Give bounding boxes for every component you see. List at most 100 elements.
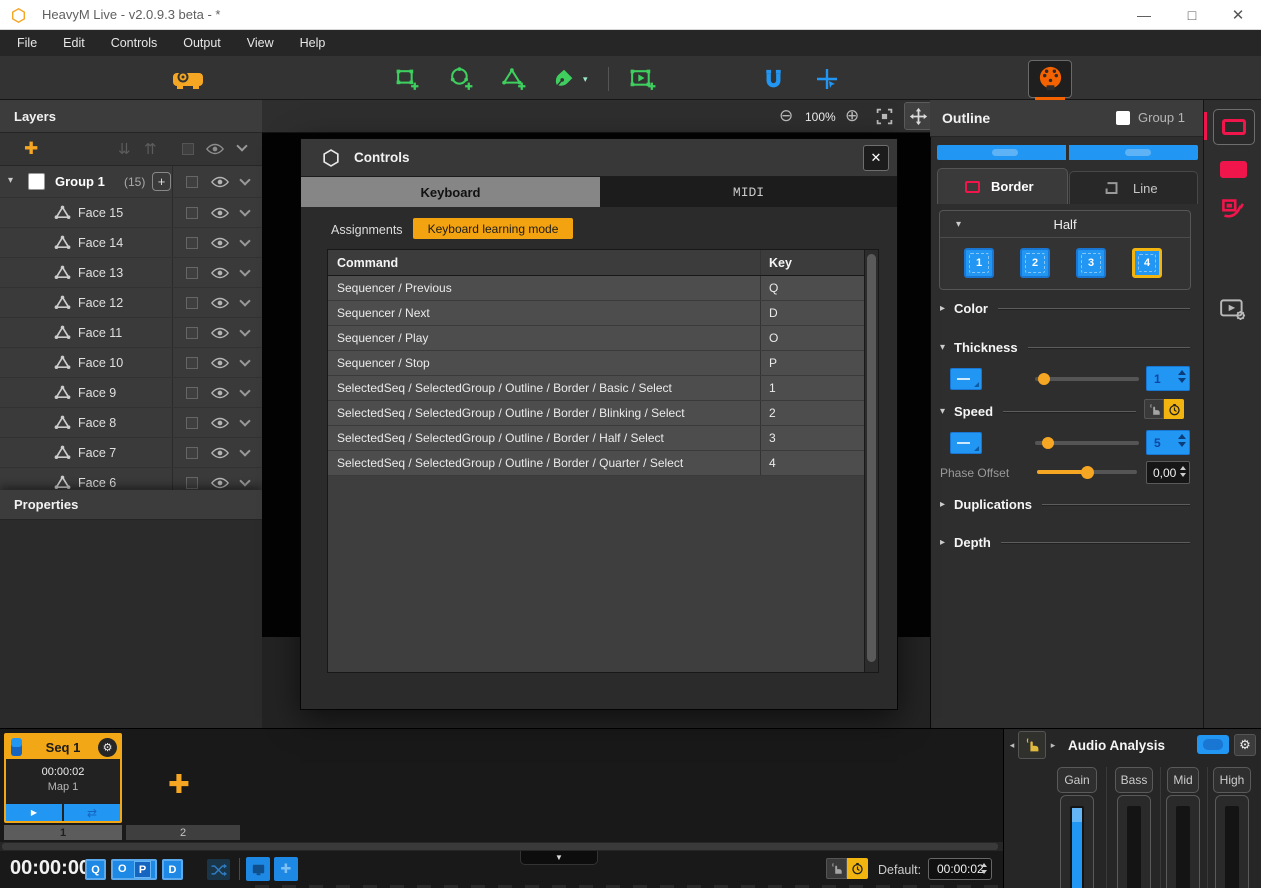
- scrollbar-thumb[interactable]: [867, 254, 876, 662]
- add-layer-button[interactable]: ✚: [24, 139, 38, 159]
- menu-help[interactable]: Help: [287, 30, 339, 56]
- face-expand-chevron-icon[interactable]: [240, 295, 251, 306]
- player-settings-button[interactable]: [1219, 296, 1247, 325]
- tab-line[interactable]: Line: [1069, 171, 1198, 204]
- timeline-segment-handle[interactable]: [1125, 149, 1151, 156]
- add-rectangle-tool[interactable]: [392, 64, 422, 94]
- face-expand-chevron-icon[interactable]: [240, 265, 251, 276]
- group-visibility-icon[interactable]: [211, 176, 229, 188]
- menu-edit[interactable]: Edit: [50, 30, 98, 56]
- face-visibility-icon[interactable]: [211, 297, 229, 309]
- pen-tool-dropdown-icon[interactable]: ▾: [583, 74, 588, 85]
- menu-file[interactable]: File: [4, 30, 50, 56]
- fit-to-screen-button[interactable]: [875, 107, 894, 126]
- thickness-slider[interactable]: [1035, 377, 1139, 381]
- add-circle-tool[interactable]: [446, 64, 476, 94]
- sequence-settings-button[interactable]: ⚙: [98, 738, 117, 757]
- hotkey-button-q[interactable]: Q: [85, 859, 106, 880]
- dialog-close-button[interactable]: ✕: [863, 145, 889, 171]
- track-tab-1[interactable]: 1: [4, 825, 122, 840]
- layer-face-row[interactable]: Face 12: [0, 288, 262, 318]
- maximize-button[interactable]: □: [1170, 0, 1214, 30]
- section-duplications[interactable]: ▸ Duplications: [940, 497, 1190, 512]
- outline-effect-button[interactable]: [1213, 109, 1255, 145]
- group-collapse-icon[interactable]: ▾: [8, 175, 13, 186]
- face-solo-checkbox[interactable]: [186, 207, 198, 219]
- face-visibility-icon[interactable]: [211, 357, 229, 369]
- layer-face-row[interactable]: Face 8: [0, 408, 262, 438]
- default-clock-button[interactable]: [847, 858, 868, 879]
- section-thickness[interactable]: ▾ Thickness: [940, 340, 1190, 355]
- section-depth[interactable]: ▸ Depth: [940, 535, 1190, 550]
- preset-button-4-selected[interactable]: 4: [1132, 248, 1162, 278]
- display-output-button[interactable]: [246, 857, 270, 881]
- face-solo-checkbox[interactable]: [186, 297, 198, 309]
- add-sequence-button[interactable]: ✚: [168, 769, 190, 800]
- preset-button-3[interactable]: 3: [1076, 248, 1106, 278]
- fill-effect-button[interactable]: [1220, 161, 1247, 178]
- face-visibility-icon[interactable]: [211, 477, 229, 489]
- group-expand-chevron-icon[interactable]: [240, 174, 251, 185]
- tab-midi[interactable]: MIDI: [600, 177, 897, 207]
- menu-controls[interactable]: Controls: [98, 30, 171, 56]
- pen-tool[interactable]: [550, 64, 580, 94]
- preset-button-2[interactable]: 2: [1020, 248, 1050, 278]
- add-triangle-tool[interactable]: [499, 64, 529, 94]
- audio-prev-arrow-button[interactable]: ◂: [1006, 731, 1018, 759]
- speed-tap-button[interactable]: [1144, 399, 1164, 419]
- table-row[interactable]: SelectedSeq / SelectedGroup / Outline / …: [328, 426, 878, 451]
- move-layer-down-icon[interactable]: ⇊: [118, 140, 131, 158]
- table-row[interactable]: Sequencer / PreviousQ: [328, 276, 878, 301]
- table-row[interactable]: Sequencer / PlayO: [328, 326, 878, 351]
- speed-spinner[interactable]: [1178, 434, 1186, 447]
- face-visibility-icon[interactable]: [211, 327, 229, 339]
- zoom-out-button[interactable]: ⊖: [779, 106, 793, 126]
- table-row[interactable]: Sequencer / NextD: [328, 301, 878, 326]
- mid-fader[interactable]: [1166, 795, 1200, 888]
- visibility-all-icon[interactable]: [206, 143, 224, 155]
- add-player-tool[interactable]: [627, 64, 657, 94]
- face-expand-chevron-icon[interactable]: [240, 355, 251, 366]
- magnet-snap-button[interactable]: [758, 64, 788, 94]
- zoom-in-button[interactable]: ⊕: [845, 106, 859, 126]
- face-solo-checkbox[interactable]: [186, 417, 198, 429]
- face-solo-checkbox[interactable]: [186, 357, 198, 369]
- phase-offset-spinner[interactable]: [1180, 466, 1186, 477]
- face-visibility-icon[interactable]: [211, 447, 229, 459]
- gain-fader[interactable]: [1060, 795, 1094, 888]
- add-anchor-button[interactable]: [812, 64, 842, 94]
- layer-face-row[interactable]: Face 11: [0, 318, 262, 348]
- face-solo-checkbox[interactable]: [186, 327, 198, 339]
- sequence-loop-button[interactable]: ⇄: [64, 804, 120, 821]
- menu-view[interactable]: View: [234, 30, 287, 56]
- face-visibility-icon[interactable]: [211, 387, 229, 399]
- hscrollbar-thumb[interactable]: [2, 843, 998, 850]
- track-tab-2[interactable]: 2: [126, 825, 240, 840]
- menu-output[interactable]: Output: [170, 30, 234, 56]
- default-duration-spinner[interactable]: [981, 863, 987, 874]
- effects-group-checkbox[interactable]: [1116, 111, 1130, 125]
- face-solo-checkbox[interactable]: [186, 447, 198, 459]
- tab-border[interactable]: Border: [937, 168, 1068, 204]
- expand-all-chevron-icon[interactable]: [236, 140, 247, 151]
- table-row[interactable]: SelectedSeq / SelectedGroup / Outline / …: [328, 401, 878, 426]
- layer-face-row[interactable]: Face 9: [0, 378, 262, 408]
- border-mode-dropdown[interactable]: ▾ Half: [940, 211, 1190, 238]
- face-expand-chevron-icon[interactable]: [240, 445, 251, 456]
- hotkey-button-o[interactable]: O: [118, 863, 127, 875]
- face-expand-chevron-icon[interactable]: [240, 475, 251, 486]
- layer-face-row[interactable]: Face 15: [0, 198, 262, 228]
- group-checkbox[interactable]: [28, 173, 45, 190]
- animation-effect-button[interactable]: [1218, 193, 1246, 224]
- thickness-value-box[interactable]: 1: [1146, 366, 1190, 391]
- close-button[interactable]: ✕: [1216, 0, 1260, 30]
- layer-face-row[interactable]: Face 7: [0, 438, 262, 468]
- table-row[interactable]: SelectedSeq / SelectedGroup / Outline / …: [328, 451, 878, 476]
- sequence-play-button[interactable]: ▶: [6, 804, 62, 821]
- phase-offset-knob[interactable]: [1081, 466, 1094, 479]
- thickness-spinner[interactable]: [1178, 370, 1186, 383]
- solo-all-checkbox[interactable]: [182, 143, 194, 155]
- hotkey-button-p[interactable]: P: [134, 861, 151, 878]
- add-to-group-button[interactable]: +: [152, 172, 171, 191]
- preset-button-1[interactable]: 1: [964, 248, 994, 278]
